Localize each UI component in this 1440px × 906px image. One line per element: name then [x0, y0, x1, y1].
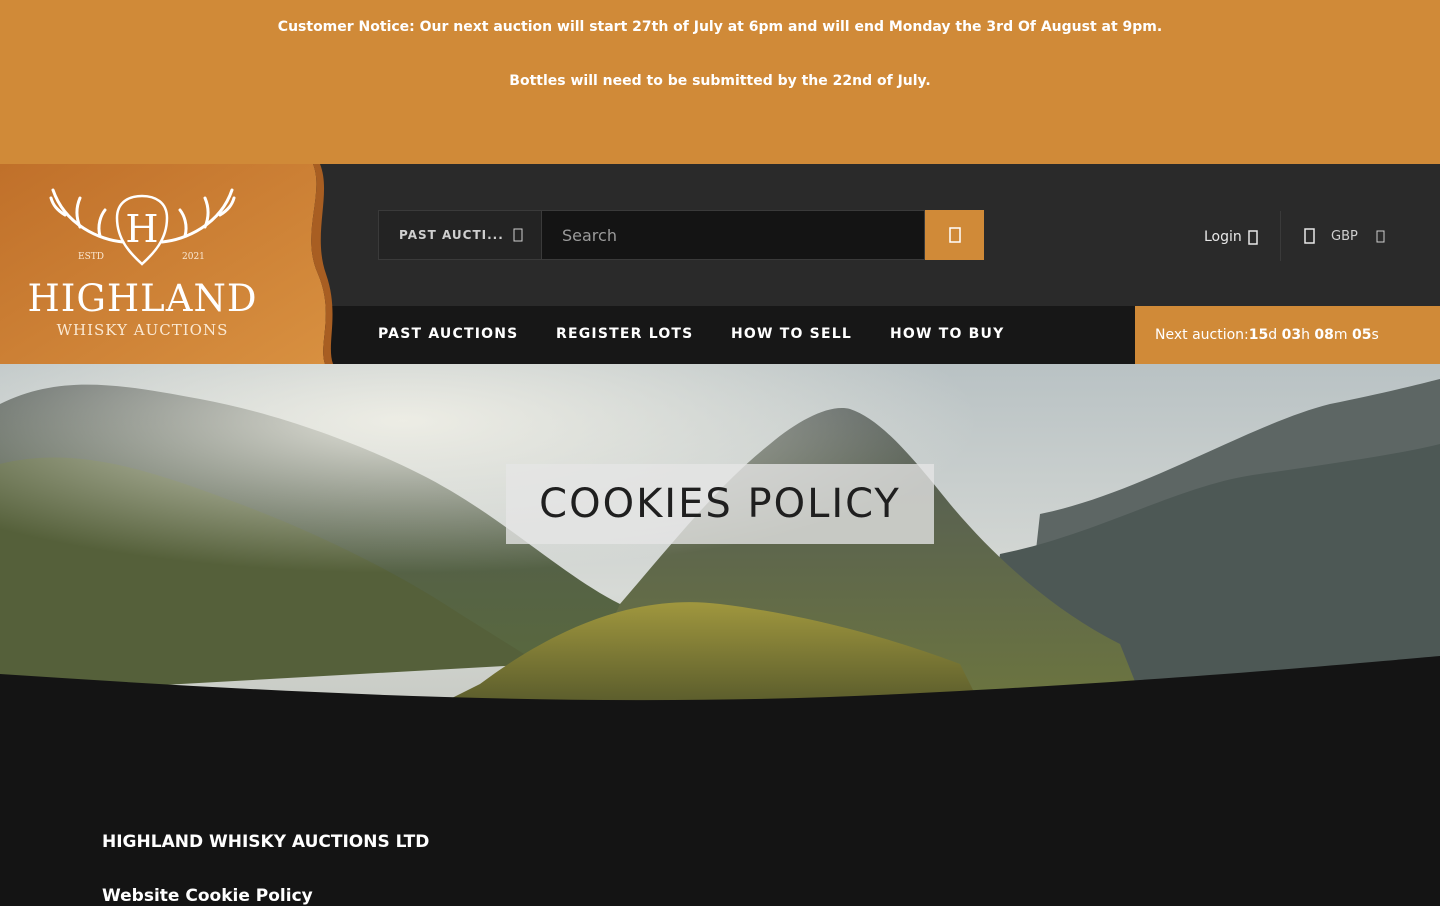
basket-icon[interactable] [1304, 228, 1315, 244]
auction-select-value: PAST AUCTI... [399, 228, 504, 242]
mountain-landscape [0, 364, 1440, 744]
page-title: COOKIES POLICY [506, 464, 934, 544]
currency-selector[interactable]: GBP [1304, 228, 1385, 244]
logo-tagline: WHISKY AUCTIONS [56, 321, 229, 339]
countdown-days-unit: d [1268, 327, 1278, 343]
nav-item-how-to-sell[interactable]: HOW TO SELL [731, 326, 852, 342]
chevron-down-icon [513, 228, 523, 242]
policy-subheading: Website Cookie Policy [102, 886, 313, 906]
login-label: Login [1204, 229, 1242, 245]
countdown-minutes: 08 [1314, 327, 1334, 343]
countdown-seconds-unit: s [1371, 327, 1379, 343]
antlers-emblem-icon: H [49, 188, 236, 266]
countdown-hours: 03 [1281, 327, 1302, 343]
user-icon [1248, 229, 1258, 245]
countdown-label: Next auction: [1155, 327, 1249, 343]
nav-item-past-auctions[interactable]: PAST AUCTIONS [378, 326, 518, 342]
logo-monogram: H [125, 207, 158, 251]
nav-item-register-lots[interactable]: REGISTER LOTS [556, 326, 693, 342]
login-link[interactable]: Login [1204, 229, 1258, 245]
notice-line-1: Customer Notice: Our next auction will s… [277, 19, 1163, 35]
logo-name: HIGHLAND [27, 277, 258, 320]
logo-estd: ESTD [78, 252, 104, 262]
chevron-down-icon [1376, 230, 1385, 242]
countdown-days: 15 [1248, 327, 1269, 343]
header-divider [1280, 211, 1281, 261]
search-bar: PAST AUCTI... [378, 210, 984, 260]
auction-select-dropdown[interactable]: PAST AUCTI... [378, 210, 542, 260]
notice-line-2: Bottles will need to be submitted by the… [509, 73, 931, 89]
countdown-seconds: 05 [1351, 327, 1372, 343]
currency-label: GBP [1331, 228, 1358, 244]
company-heading: HIGHLAND WHISKY AUCTIONS LTD [102, 832, 430, 852]
site-logo[interactable]: H ESTD 2021 HIGHLAND WHISKY AUCTIONS [0, 164, 335, 364]
countdown-minutes-unit: m [1333, 327, 1348, 343]
search-button[interactable] [925, 210, 984, 260]
search-icon [948, 227, 961, 243]
logo-year: 2021 [182, 252, 205, 262]
search-input[interactable] [542, 210, 925, 260]
nav-item-how-to-buy[interactable]: HOW TO BUY [890, 326, 1004, 342]
next-auction-countdown: Next auction: 15 d 03 h 08 m 05 s [1135, 306, 1440, 364]
countdown-hours-unit: h [1301, 327, 1310, 343]
hero-banner-image [0, 364, 1440, 744]
customer-notice-banner: Customer Notice: Our next auction will s… [0, 0, 1440, 164]
